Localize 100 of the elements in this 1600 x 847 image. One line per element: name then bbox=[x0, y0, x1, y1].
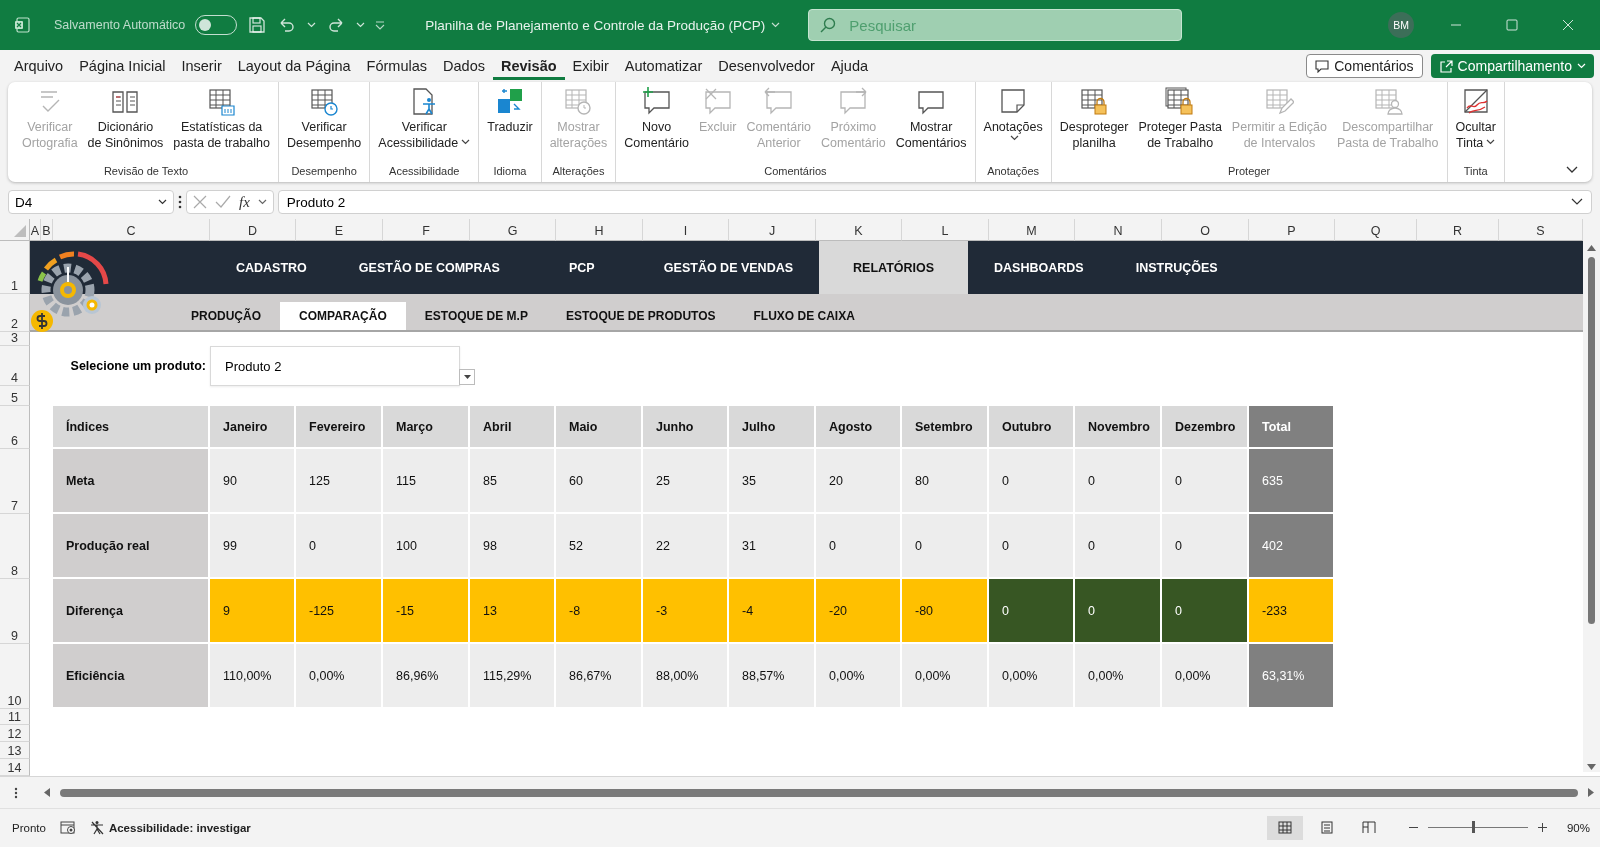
row-header[interactable]: 2 bbox=[0, 294, 30, 332]
column-header[interactable]: J bbox=[729, 219, 816, 241]
column-header[interactable]: C bbox=[53, 219, 210, 241]
sub-tab[interactable]: ESTOQUE DE M.P bbox=[405, 302, 547, 330]
ribbon-button[interactable]: Mostrar Comentários bbox=[890, 82, 972, 162]
menu-tab[interactable]: Inserir bbox=[173, 52, 230, 80]
formula-field[interactable]: Produto 2 bbox=[286, 194, 346, 210]
accessibility-status[interactable]: Acessibilidade: investigar bbox=[108, 821, 251, 834]
close-icon[interactable] bbox=[1562, 19, 1574, 31]
row-header[interactable]: 4 bbox=[0, 346, 30, 386]
macro-record-icon[interactable] bbox=[59, 820, 76, 835]
user-avatar[interactable]: BM bbox=[1388, 12, 1414, 38]
scroll-right-icon[interactable] bbox=[1588, 788, 1594, 797]
row-header[interactable]: 6 bbox=[0, 406, 30, 449]
ribbon-button[interactable]: Anotações bbox=[978, 82, 1048, 162]
customize-icon[interactable] bbox=[375, 20, 386, 30]
status-text: Pronto bbox=[12, 821, 46, 834]
sub-tab[interactable]: FLUXO DE CAIXA bbox=[734, 302, 874, 330]
row-header[interactable]: 10 bbox=[0, 644, 30, 709]
sub-tab[interactable]: ESTOQUE DE PRODUTOS bbox=[546, 302, 735, 330]
menu-tab[interactable]: Desenvolvedor bbox=[710, 52, 823, 80]
vertical-scrollbar[interactable] bbox=[1588, 257, 1595, 624]
menu-tab[interactable]: Ajuda bbox=[822, 52, 877, 80]
more-icon bbox=[178, 195, 182, 209]
scroll-down-icon[interactable] bbox=[1587, 764, 1596, 770]
menu-tab[interactable]: Exibir bbox=[564, 52, 617, 80]
ribbon-button[interactable]: Estatísticas da pasta de trabalho bbox=[168, 82, 275, 162]
row-header[interactable]: 8 bbox=[0, 514, 30, 579]
row-header[interactable]: 3 bbox=[0, 332, 30, 346]
menu-tab[interactable]: Revisão bbox=[492, 52, 565, 80]
column-header[interactable]: D bbox=[210, 219, 296, 241]
name-box[interactable]: D4 bbox=[15, 194, 33, 210]
save-icon[interactable] bbox=[247, 15, 268, 35]
nav-tab[interactable]: GESTÃO DE COMPRAS bbox=[332, 241, 526, 294]
comments-button[interactable]: Comentários bbox=[1306, 54, 1423, 78]
column-header[interactable]: E bbox=[296, 219, 383, 241]
product-dropdown[interactable]: Produto 2 bbox=[210, 346, 460, 386]
zoom-in-icon[interactable] bbox=[1537, 823, 1547, 832]
menu-tab[interactable]: Dados bbox=[435, 52, 493, 80]
collapse-ribbon-icon[interactable] bbox=[1566, 166, 1578, 174]
ribbon-button[interactable]: Verificar Desempenho bbox=[281, 82, 367, 162]
menu-tab[interactable]: Layout da Página bbox=[229, 52, 359, 80]
column-header[interactable]: L bbox=[902, 219, 989, 241]
nav-tab[interactable]: PCP bbox=[525, 241, 638, 294]
ribbon-button[interactable]: Dicionário de Sinônimos bbox=[82, 82, 169, 162]
expand-icon[interactable] bbox=[1571, 198, 1583, 206]
zoom-level[interactable]: 90% bbox=[1566, 821, 1590, 834]
row-header[interactable]: 7 bbox=[0, 449, 30, 514]
ribbon-button[interactable]: Ocultar Tinta bbox=[1450, 82, 1501, 162]
enter-icon[interactable] bbox=[215, 195, 231, 209]
cancel-icon[interactable] bbox=[193, 195, 207, 209]
row-header[interactable]: 14 bbox=[0, 759, 30, 776]
comment-icon bbox=[1315, 59, 1330, 73]
menu-tab[interactable]: Arquivo bbox=[6, 52, 72, 80]
maximize-icon[interactable] bbox=[1506, 19, 1518, 31]
nav-tab[interactable]: GESTÃO DE VENDAS bbox=[637, 241, 820, 294]
row-header[interactable]: 9 bbox=[0, 579, 30, 644]
column-header[interactable]: G bbox=[470, 219, 556, 241]
ribbon-button[interactable]: Verificar Acessibilidade bbox=[373, 82, 476, 162]
column-header[interactable]: M bbox=[989, 219, 1075, 241]
column-header[interactable]: Q bbox=[1335, 219, 1417, 241]
scroll-left-icon[interactable] bbox=[44, 788, 50, 797]
sub-tab[interactable]: COMPARAÇÃO bbox=[280, 302, 406, 330]
ribbon-button[interactable]: Novo Comentário bbox=[619, 82, 694, 162]
insert-function-button[interactable]: fx bbox=[239, 193, 250, 211]
column-header[interactable]: O bbox=[1162, 219, 1249, 241]
column-header[interactable]: S bbox=[1499, 219, 1583, 241]
sheet-options-icon[interactable] bbox=[14, 786, 18, 799]
column-header[interactable]: H bbox=[556, 219, 643, 241]
nav-tab[interactable]: CADASTRO bbox=[210, 241, 333, 294]
sub-tab[interactable]: PRODUÇÃO bbox=[172, 302, 280, 330]
dropdown-button[interactable] bbox=[459, 369, 475, 385]
nav-tab[interactable]: RELATÓRIOS bbox=[819, 241, 969, 294]
view-button[interactable] bbox=[1266, 815, 1303, 840]
menu-tab[interactable]: Página Inicial bbox=[71, 52, 174, 80]
column-header[interactable]: R bbox=[1417, 219, 1499, 241]
nav-tab[interactable]: INSTRUÇÕES bbox=[1109, 241, 1244, 294]
ribbon-button[interactable]: Desproteger planilha bbox=[1054, 82, 1134, 162]
row-header[interactable]: 5 bbox=[0, 386, 30, 406]
horizontal-scrollbar[interactable] bbox=[60, 788, 1578, 797]
row-header[interactable]: 13 bbox=[0, 742, 30, 759]
menu-tab[interactable]: Fórmulas bbox=[358, 52, 436, 80]
scroll-up-icon[interactable] bbox=[1587, 245, 1596, 251]
column-header[interactable]: K bbox=[816, 219, 902, 241]
column-header[interactable]: B bbox=[41, 219, 53, 241]
search-field[interactable]: Pesquisar bbox=[808, 9, 1183, 41]
nav-tab[interactable]: DASHBOARDS bbox=[968, 241, 1110, 294]
ribbon-button[interactable]: Traduzir bbox=[482, 82, 538, 162]
ribbon-button[interactable]: Proteger Pasta de Trabalho bbox=[1133, 82, 1227, 162]
row-header[interactable]: 11 bbox=[0, 709, 30, 725]
column-header[interactable]: F bbox=[383, 219, 470, 241]
document-title[interactable]: Planilha de Planejamento e Controle da Produção (PCP) bbox=[425, 17, 766, 33]
column-header[interactable]: N bbox=[1075, 219, 1162, 241]
zoom-slider-thumb[interactable] bbox=[1472, 821, 1476, 833]
row-header[interactable]: 1 bbox=[0, 241, 30, 294]
menu-tab[interactable]: Automatizar bbox=[616, 52, 711, 80]
share-button[interactable]: Compartilhamento bbox=[1430, 54, 1594, 78]
row-header[interactable]: 12 bbox=[0, 725, 30, 742]
column-header[interactable]: I bbox=[643, 219, 729, 241]
column-header[interactable]: P bbox=[1249, 219, 1335, 241]
